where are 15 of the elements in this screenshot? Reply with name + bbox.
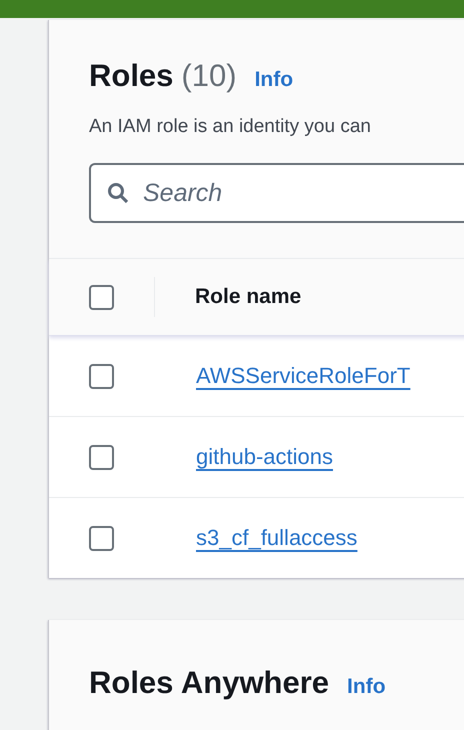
panel-description: An IAM role is an identity you can [89, 116, 372, 138]
search-field[interactable]: Search [89, 163, 464, 223]
row-checkbox[interactable] [89, 364, 114, 388]
role-name-link[interactable]: github-actions [196, 444, 333, 470]
panel-title: Roles Anywhere [89, 665, 330, 701]
column-header[interactable]: Role name [195, 285, 302, 309]
role-count: (10) [181, 58, 237, 94]
row-checkbox[interactable] [89, 444, 114, 470]
info-link[interactable]: Info [347, 675, 386, 699]
role-name-link[interactable]: s3_cf_fullaccess [196, 525, 358, 551]
select-all-checkbox[interactable] [89, 284, 114, 310]
role-name-link[interactable]: AWSServiceRoleForT [196, 363, 410, 389]
info-link[interactable]: Info [254, 68, 294, 92]
row-checkbox[interactable] [89, 526, 114, 550]
panel-title: Roles [89, 58, 174, 94]
